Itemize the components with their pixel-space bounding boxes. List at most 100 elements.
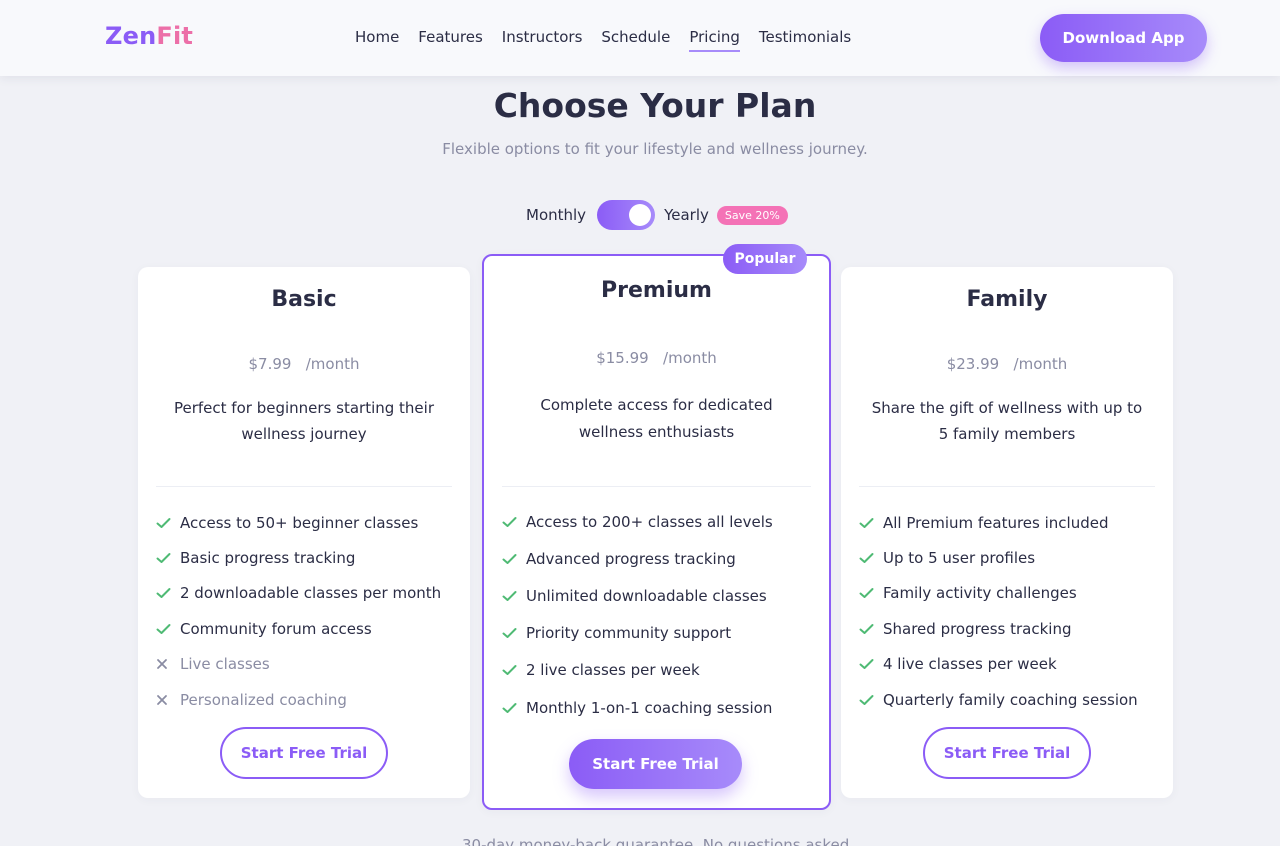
feature-item: 2 downloadable classes per month [156, 576, 460, 611]
x-icon [156, 658, 180, 670]
logo-part-fit: Fit [156, 22, 194, 50]
feature-list: All Premium features included Up to 5 us… [859, 505, 1163, 717]
popular-badge: Popular [723, 244, 807, 274]
feature-item: Monthly 1-on-1 coaching session [502, 689, 819, 726]
monthly-label[interactable]: Monthly [526, 206, 586, 224]
check-icon [859, 587, 883, 599]
feature-item-excluded: Personalized coaching [156, 682, 460, 717]
feature-text: Community forum access [180, 619, 372, 638]
feature-text: Basic progress tracking [180, 549, 356, 568]
feature-item: 2 live classes per week [502, 652, 819, 689]
feature-text: Personalized coaching [180, 690, 347, 709]
feature-list: Access to 50+ beginner classes Basic pro… [156, 505, 460, 717]
x-icon [156, 694, 180, 706]
feature-text: Monthly 1-on-1 coaching session [526, 698, 773, 717]
feature-text: Quarterly family coaching session [883, 690, 1138, 709]
feature-text: All Premium features included [883, 513, 1109, 532]
feature-text: Live classes [180, 655, 270, 674]
plan-price: $23.99 [946, 355, 1000, 373]
feature-text: Shared progress tracking [883, 619, 1072, 638]
card-divider [859, 486, 1155, 487]
yearly-label[interactable]: Yearly [664, 206, 709, 224]
plan-description: Perfect for beginners starting their wel… [174, 399, 434, 443]
feature-item: Access to 200+ classes all levels [502, 503, 819, 540]
plan-card-basic: Basic $7.99 /month Perfect for beginners… [138, 267, 470, 798]
money-back-guarantee-note: 30-day money-back guarantee. No question… [461, 836, 854, 846]
plan-price-line: $7.99 /month [138, 355, 470, 373]
check-icon [502, 627, 526, 639]
billing-toggle-group: Monthly Yearly Save 20% [526, 200, 788, 230]
feature-item: Advanced progress tracking [502, 540, 819, 577]
logo[interactable]: ZenFit [105, 22, 193, 50]
toggle-knob [629, 204, 652, 226]
feature-item: All Premium features included [859, 505, 1163, 540]
nav-link-home[interactable]: Home [355, 28, 399, 52]
logo-part-zen: Zen [105, 22, 157, 50]
start-free-trial-button-family[interactable]: Start Free Trial [923, 727, 1091, 779]
feature-item-excluded: Live classes [156, 647, 460, 682]
plan-card-family: Family $23.99 /month Share the gift of w… [841, 267, 1173, 798]
start-free-trial-button-basic[interactable]: Start Free Trial [220, 727, 388, 779]
site-header: ZenFit Home Features Instructors Schedul… [0, 0, 1280, 76]
feature-item: Family activity challenges [859, 576, 1163, 611]
check-icon [156, 552, 180, 564]
feature-item: Shared progress tracking [859, 611, 1163, 646]
feature-item: 4 live classes per week [859, 647, 1163, 682]
nav-link-features[interactable]: Features [418, 28, 483, 52]
feature-text: 2 downloadable classes per month [180, 584, 442, 603]
plan-description: Share the gift of wellness with up to 5 … [871, 399, 1143, 443]
plan-name: Basic [271, 287, 337, 312]
nav-link-schedule[interactable]: Schedule [601, 28, 670, 52]
plan-description: Complete access for dedicated wellness e… [540, 396, 773, 441]
card-divider [502, 486, 811, 487]
check-icon [502, 553, 526, 565]
check-icon [859, 517, 883, 529]
nav-link-pricing[interactable]: Pricing [689, 28, 740, 52]
feature-item: Basic progress tracking [156, 540, 460, 575]
check-icon [156, 587, 180, 599]
feature-text: Up to 5 user profiles [883, 549, 1036, 568]
billing-period-toggle[interactable] [597, 200, 656, 230]
plan-name: Premium [601, 278, 712, 303]
feature-text: Access to 50+ beginner classes [180, 513, 419, 532]
feature-item: Community forum access [156, 611, 460, 646]
feature-text: Priority community support [526, 624, 732, 643]
check-icon [502, 702, 526, 714]
plan-price-line: $23.99 /month [841, 355, 1173, 373]
plan-price: $7.99 [248, 355, 292, 373]
check-icon [156, 517, 180, 529]
plan-period: /month [305, 355, 360, 373]
plan-price-line: $15.99 /month [484, 349, 829, 367]
feature-item: Access to 50+ beginner classes [156, 505, 460, 540]
check-icon [859, 694, 883, 706]
feature-text: 2 live classes per week [526, 661, 700, 680]
plan-card-premium: Popular Premium $15.99 /month Complete a… [482, 244, 831, 810]
start-free-trial-button-premium[interactable]: Start Free Trial [569, 739, 742, 789]
main-nav: Home Features Instructors Schedule Prici… [355, 28, 870, 52]
check-icon [156, 623, 180, 635]
feature-item: Priority community support [502, 615, 819, 652]
feature-text: Unlimited downloadable classes [526, 586, 767, 605]
plan-period: /month [1013, 355, 1068, 373]
check-icon [502, 664, 526, 676]
check-icon [859, 658, 883, 670]
feature-text: Advanced progress tracking [526, 549, 736, 568]
plan-period: /month [663, 349, 717, 367]
feature-item: Unlimited downloadable classes [502, 577, 819, 614]
download-app-button[interactable]: Download App [1040, 14, 1207, 62]
feature-item: Quarterly family coaching session [859, 682, 1163, 717]
card-divider [156, 486, 452, 487]
save-badge: Save 20% [716, 205, 788, 225]
nav-link-instructors[interactable]: Instructors [502, 28, 583, 52]
page-subtitle: Flexible options to fit your lifestyle a… [442, 140, 868, 158]
feature-text: 4 live classes per week [883, 655, 1057, 674]
nav-link-testimonials[interactable]: Testimonials [759, 28, 851, 52]
page-title: Choose Your Plan [493, 86, 817, 125]
feature-text: Access to 200+ classes all levels [526, 512, 773, 531]
feature-text: Family activity challenges [883, 584, 1077, 603]
check-icon [502, 590, 526, 602]
plan-price: $15.99 [596, 349, 649, 367]
check-icon [859, 552, 883, 564]
feature-list: Access to 200+ classes all levels Advanc… [502, 503, 819, 726]
check-icon [502, 516, 526, 528]
